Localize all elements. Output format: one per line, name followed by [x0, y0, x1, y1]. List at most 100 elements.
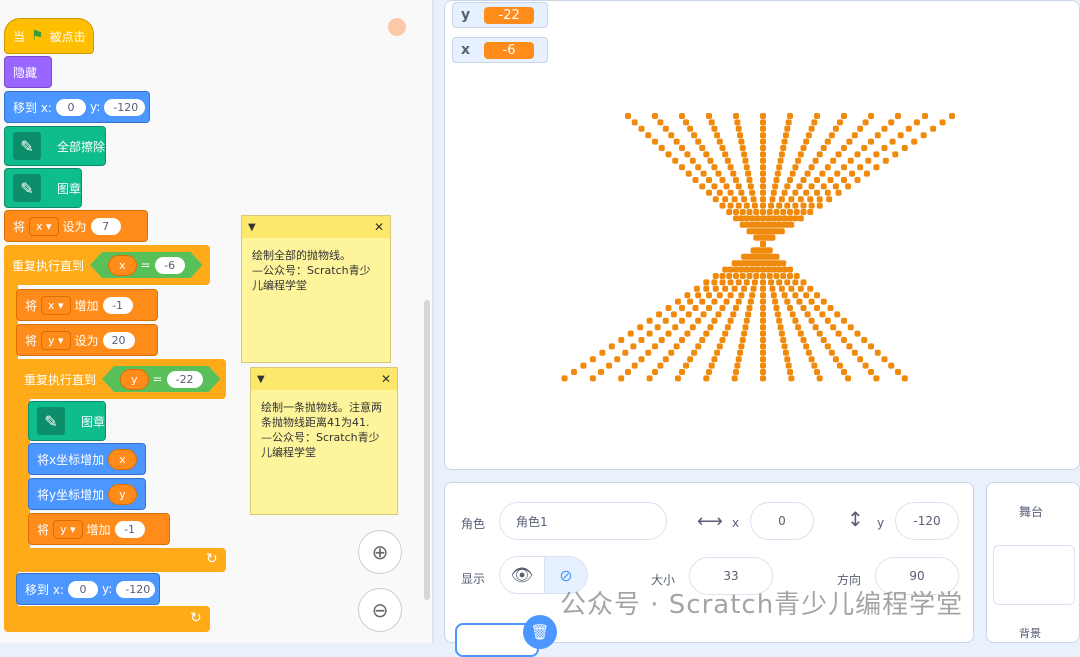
y-position-value: -120 [913, 514, 941, 528]
stamp-dot [685, 170, 692, 177]
stamp-dot [727, 279, 734, 286]
compare-value-input[interactable]: -6 [155, 257, 185, 274]
stamp-block[interactable]: ✎ 图章 [28, 401, 106, 441]
variable-monitor-y[interactable]: y -22 [452, 2, 548, 28]
show-visible-button[interactable]: 👁 [499, 556, 545, 594]
goto-y-input[interactable]: -120 [104, 98, 145, 116]
stage[interactable] [444, 0, 1080, 470]
stamp-dot [760, 145, 766, 151]
stamp-dot [719, 202, 726, 209]
change-y-coord-block[interactable]: 将y坐标增加 y [28, 478, 146, 510]
inner-repeat-footer[interactable] [16, 548, 226, 572]
delete-sprite-button[interactable]: 🗑 [523, 615, 557, 649]
hide-block[interactable]: 隐藏 [4, 56, 52, 88]
variable-reporter[interactable]: x [108, 448, 137, 470]
stamp-dot [658, 337, 665, 343]
comment-note[interactable]: ▼ ✕ 绘制一条抛物线。注意两条抛物线距离41为41. —公众号：Scratch… [250, 367, 398, 515]
stamp-dot [760, 177, 766, 183]
variable-dropdown[interactable]: y ▾ [41, 330, 71, 350]
stamp-dot [733, 113, 739, 119]
variable-reporter[interactable]: y [120, 369, 149, 390]
stamp-block[interactable]: ✎ 图章 [4, 168, 82, 208]
inner-repeat-until-block[interactable]: 重复执行直到 y = -22 [16, 359, 226, 399]
change-x-coord-label: 将x坐标增加 [37, 452, 105, 467]
zoom-out-button[interactable]: ⊖ [358, 588, 402, 632]
stamp-dot [668, 349, 675, 356]
set-value-input[interactable]: 7 [90, 217, 121, 235]
variable-dropdown[interactable]: y ▾ [53, 519, 83, 539]
set-x-block[interactable]: 将 x ▾ 设为 7 [4, 210, 148, 242]
stamp-dot [739, 145, 746, 151]
change-value-input[interactable]: -1 [114, 520, 145, 538]
stamp-dot [814, 305, 820, 311]
stamp-dot [793, 209, 800, 215]
collapse-icon[interactable]: ▼ [248, 222, 256, 233]
compare-value-input[interactable]: -22 [167, 371, 203, 388]
clear-block[interactable]: ✎ 全部擦除 [4, 126, 106, 166]
sprite-name-value: 角色1 [516, 514, 548, 529]
comment-text[interactable]: 绘制全部的抛物线。 —公众号：Scratch青少儿编程学堂 [242, 238, 390, 303]
stamp-dot [695, 292, 702, 299]
variable-reporter[interactable]: y [108, 483, 137, 505]
stamp-dot [695, 164, 702, 171]
x-position-field[interactable]: 0 [750, 502, 814, 540]
stamp-dot [652, 138, 658, 145]
comment-header[interactable]: ▼ ✕ [251, 368, 397, 390]
close-icon[interactable]: ✕ [381, 372, 391, 386]
stage-selector-panel[interactable]: 舞台 背景 [986, 482, 1080, 643]
stamp-dot [800, 177, 807, 183]
stamp-dot [760, 349, 766, 356]
y-position-field[interactable]: -120 [895, 502, 959, 540]
backdrop-thumbnail[interactable] [993, 545, 1075, 605]
comment-note[interactable]: ▼ ✕ 绘制全部的抛物线。 —公众号：Scratch青少儿编程学堂 [241, 215, 391, 363]
change-x-block[interactable]: 将 x ▾ 增加 -1 [16, 289, 158, 321]
variable-dropdown[interactable]: x ▾ [41, 295, 71, 315]
variable-monitor-x[interactable]: x -6 [452, 37, 548, 63]
variable-reporter[interactable]: x [108, 255, 137, 276]
collapse-icon[interactable]: ▼ [257, 374, 265, 385]
equals-operator[interactable]: x = -6 [90, 252, 203, 278]
stamp-dot [787, 177, 793, 183]
comment-header[interactable]: ▼ ✕ [242, 216, 390, 238]
stamp-dot [777, 324, 784, 331]
stamp-dot [760, 138, 766, 145]
variable-dropdown[interactable]: x ▾ [29, 216, 59, 236]
set-y-block[interactable]: 将 y ▾ 设为 20 [16, 324, 158, 356]
stamp-dot [743, 202, 750, 209]
repeat-until-block[interactable]: 重复执行直到 x = -6 [4, 245, 210, 285]
change-x-coord-block[interactable]: 将x坐标增加 x [28, 443, 146, 475]
stamp-dot [625, 369, 631, 375]
stamp-dot [784, 125, 791, 132]
goto-block[interactable]: 移到 x: 0 y: -120 [16, 573, 160, 605]
sprite-name-field[interactable]: 角色1 [499, 502, 667, 540]
goto-y-input[interactable]: -120 [116, 580, 155, 598]
close-icon[interactable]: ✕ [374, 220, 384, 234]
code-scrollbar[interactable] [424, 300, 430, 600]
comment-text[interactable]: 绘制一条抛物线。注意两条抛物线距离41为41. —公众号：Scratch青少儿编… [251, 390, 397, 470]
goto-x-input[interactable]: 0 [55, 98, 86, 116]
equals-operator[interactable]: y = -22 [102, 366, 221, 392]
change-y-block[interactable]: 将 y ▾ 增加 -1 [28, 513, 170, 545]
stamp-dot [751, 279, 758, 286]
stamp-dot [753, 273, 760, 279]
stamp-dot [808, 125, 815, 132]
code-area[interactable]: 当 ⚑ 被点击 隐藏 移到 x: 0 y: -120 ✎ 全部擦除 ✎ 图章 将… [0, 0, 432, 643]
repeat-footer[interactable] [4, 606, 210, 632]
zoom-in-button[interactable]: ⊕ [358, 530, 402, 574]
monitor-name: y [461, 7, 471, 23]
stamp-dot [742, 157, 749, 164]
set-value-input[interactable]: 20 [102, 331, 135, 349]
stamp-dot [788, 196, 795, 203]
stamp-dot [868, 113, 874, 119]
goto-x-input[interactable]: 0 [67, 580, 98, 598]
stamp-dot [652, 369, 658, 375]
stamp-dot [589, 356, 596, 363]
change-value-input[interactable]: -1 [102, 296, 133, 314]
stamp-dot [808, 298, 815, 305]
stamp-dot [657, 119, 664, 126]
goto-block[interactable]: 移到 x: 0 y: -120 [4, 91, 150, 123]
stamp-dot [868, 369, 874, 375]
stamp-dot [792, 189, 799, 196]
when-flag-clicked-block[interactable]: 当 ⚑ 被点击 [4, 18, 94, 54]
stamp-dot [733, 305, 739, 311]
